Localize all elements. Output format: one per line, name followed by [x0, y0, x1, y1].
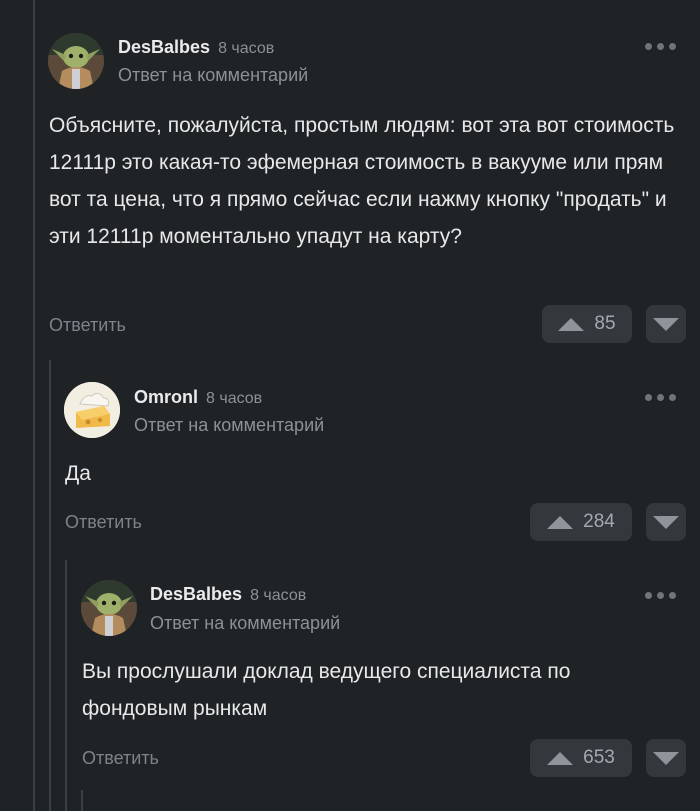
thread-line — [49, 360, 51, 811]
arrow-up-icon — [547, 751, 574, 765]
comment-author[interactable]: DesBalbes 8 часов — [150, 584, 306, 605]
reply-to-label[interactable]: Ответ на комментарий — [134, 415, 324, 436]
more-options-icon[interactable] — [645, 394, 676, 401]
reply-to-label[interactable]: Ответ на комментарий — [118, 65, 308, 86]
upvote-button[interactable]: 284 — [530, 503, 632, 541]
reply-button[interactable]: Ответить — [82, 748, 159, 769]
arrow-up-icon — [547, 515, 574, 529]
arrow-down-icon — [653, 751, 679, 765]
yoda-avatar-icon[interactable] — [48, 33, 104, 89]
vote-count: 284 — [583, 511, 615, 532]
arrow-up-icon — [558, 317, 585, 331]
author-name[interactable]: DesBalbes — [118, 37, 210, 57]
author-name[interactable]: DesBalbes — [150, 584, 242, 604]
downvote-button[interactable] — [646, 503, 686, 541]
upvote-button[interactable]: 85 — [542, 305, 632, 343]
arrow-down-icon — [653, 317, 679, 331]
thread-line — [81, 790, 83, 811]
author-name[interactable]: Omronl — [134, 387, 198, 407]
comment-author[interactable]: Omronl 8 часов — [134, 387, 262, 408]
thread-line — [65, 560, 67, 811]
downvote-button[interactable] — [646, 739, 686, 777]
yoda-avatar-icon[interactable] — [81, 580, 137, 636]
reply-button[interactable]: Ответить — [49, 315, 126, 336]
vote-count: 653 — [583, 747, 615, 768]
reply-button[interactable]: Ответить — [65, 512, 142, 533]
downvote-button[interactable] — [646, 305, 686, 343]
thread-line — [33, 0, 35, 811]
comment-author[interactable]: DesBalbes 8 часов — [118, 37, 274, 58]
comment-time: 8 часов — [218, 40, 275, 57]
comment-text: Вы прослушали доклад ведущего специалист… — [82, 660, 571, 720]
comment-text: Да — [65, 462, 91, 485]
upvote-button[interactable]: 653 — [530, 739, 632, 777]
arrow-down-icon — [653, 515, 679, 529]
more-options-icon[interactable] — [645, 43, 676, 50]
vote-count: 85 — [594, 313, 616, 334]
comment-time: 8 часов — [250, 587, 307, 604]
cheese-avatar-icon[interactable] — [64, 382, 120, 438]
more-options-icon[interactable] — [645, 592, 676, 599]
comment-text: Объясните, пожалуйста, простым людям: во… — [49, 114, 675, 248]
comment-time: 8 часов — [206, 390, 263, 407]
reply-to-label[interactable]: Ответ на комментарий — [150, 613, 340, 634]
